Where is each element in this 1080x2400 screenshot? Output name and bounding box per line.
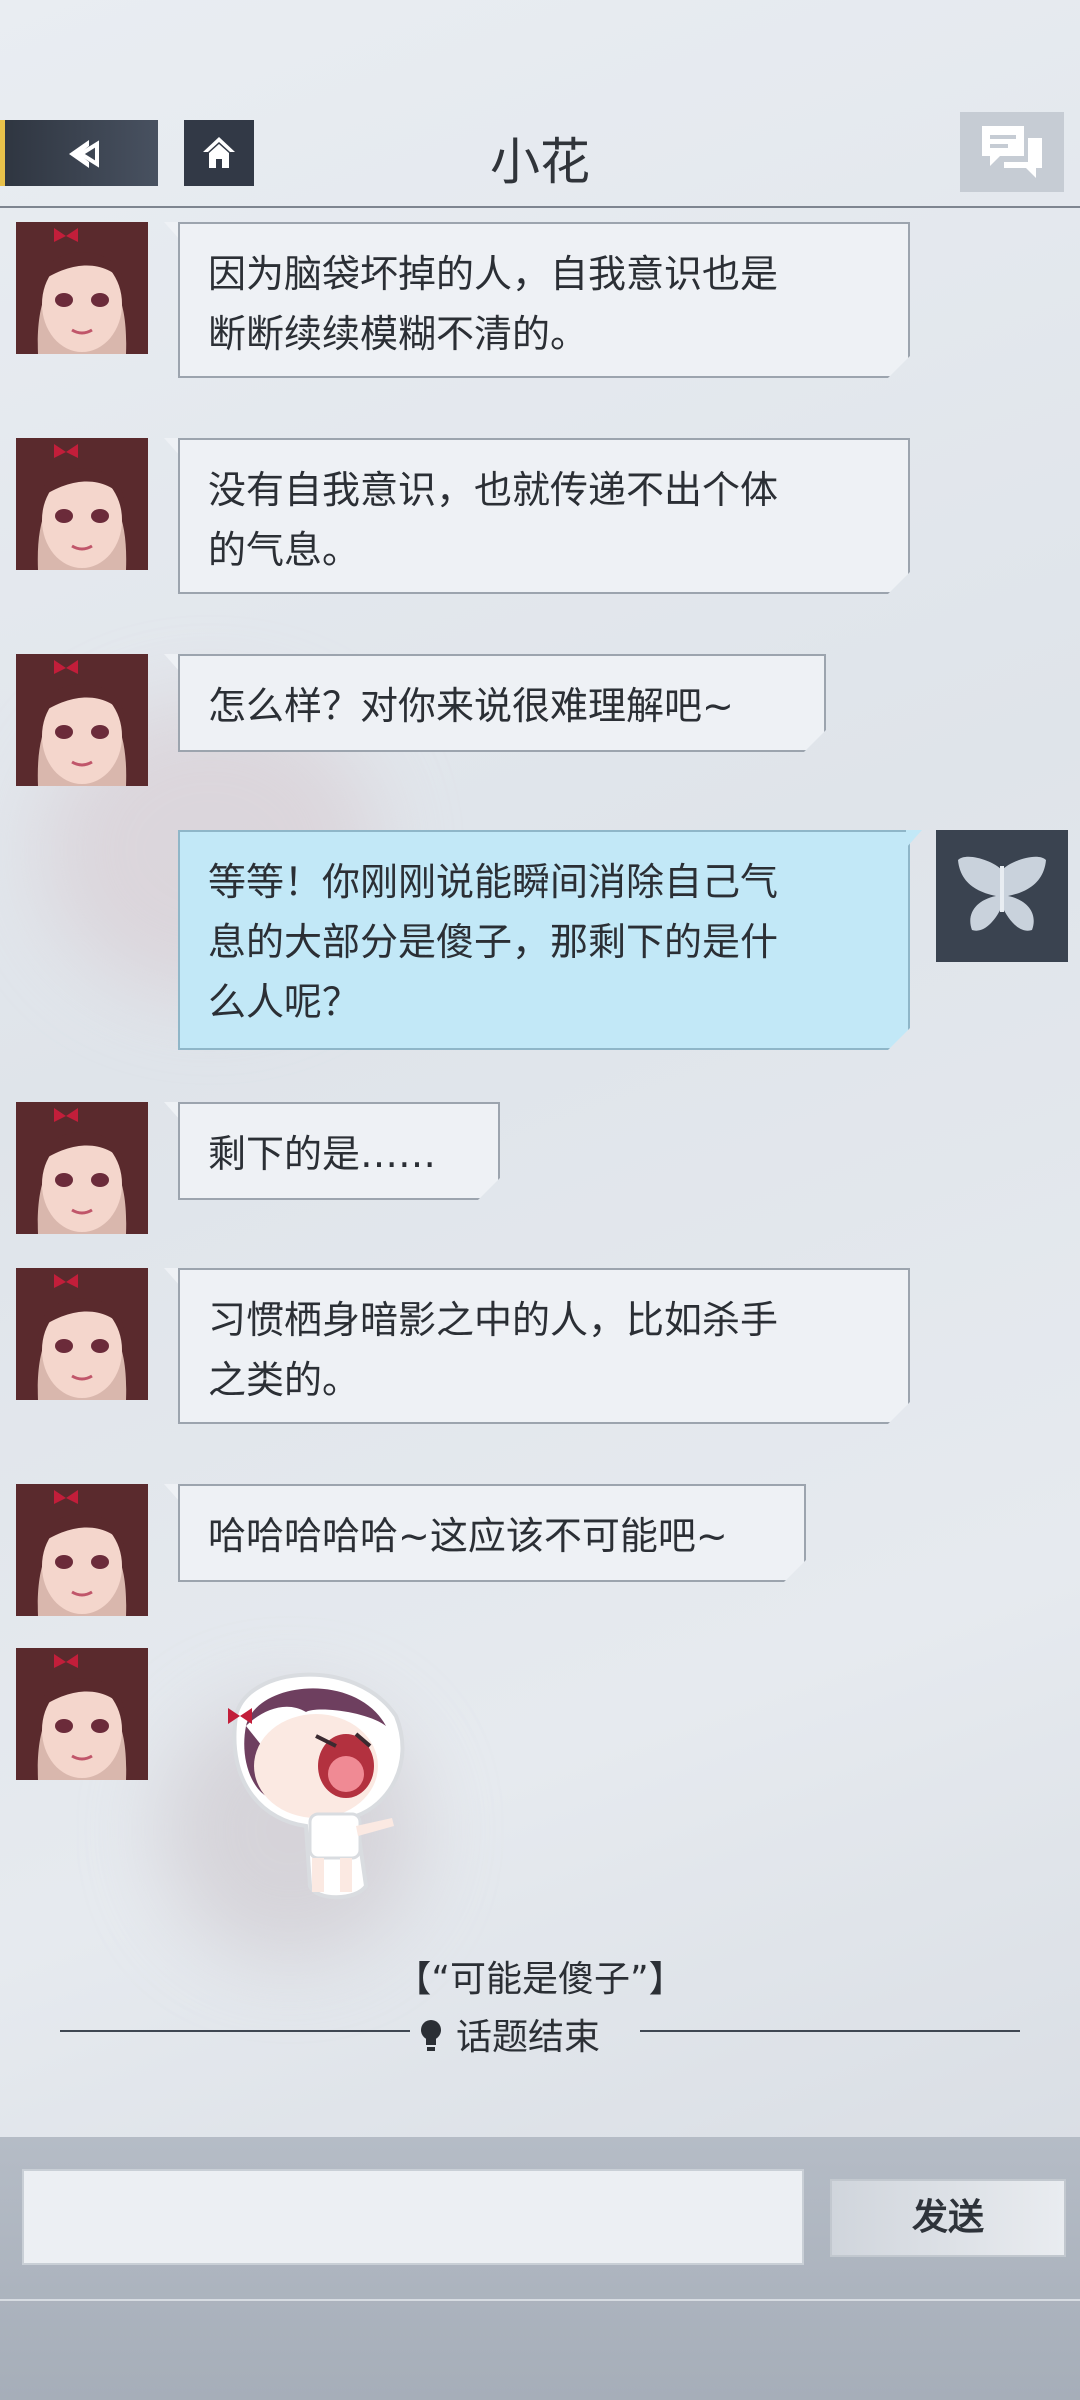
bubble-tail [164, 222, 180, 240]
avatar[interactable] [16, 1102, 148, 1234]
girl-portrait-icon [16, 222, 148, 354]
girl-portrait-icon [16, 438, 148, 570]
message-text-line: 哈哈哈哈哈~这应该不可能吧~ [208, 1514, 728, 1558]
message-input[interactable] [22, 2169, 804, 2265]
message-bubble: 剩下的是…… [178, 1102, 500, 1200]
message-text-line: 等等！你刚刚说能瞬间消除自己气 [208, 860, 779, 904]
send-button[interactable]: 发送 [830, 2179, 1066, 2257]
message-text-line: 之类的。 [208, 1358, 361, 1402]
avatar[interactable] [16, 1484, 148, 1616]
message-text-line: 么人呢？ [208, 980, 361, 1024]
avatar[interactable] [16, 1268, 148, 1400]
avatar[interactable] [16, 1648, 148, 1780]
bubble-tail [164, 654, 180, 672]
avatar[interactable] [16, 654, 148, 786]
bubble-tail [164, 438, 180, 456]
shouting-girl-sticker[interactable] [206, 1656, 416, 1904]
girl-portrait-icon [16, 654, 148, 786]
message-bubble: 没有自我意识，也就传递不出个体 的气息。 [178, 438, 910, 594]
input-bar-divider [0, 2299, 1080, 2301]
header-bar: 小花 [0, 0, 1080, 208]
message-bubble: 哈哈哈哈哈~这应该不可能吧~ [178, 1484, 806, 1582]
message-bubble: 怎么样？对你来说很难理解吧~ [178, 654, 826, 752]
message-text-line: 息的大部分是傻子，那剩下的是什 [208, 920, 779, 964]
message-text-line: 没有自我意识，也就传递不出个体 [208, 468, 779, 512]
girl-portrait-icon [16, 1268, 148, 1400]
girl-portrait-icon [16, 1102, 148, 1234]
bubble-tail [906, 830, 922, 848]
divider-line [640, 2030, 1020, 2032]
page-title: 小花 [490, 133, 590, 191]
divider-line [60, 2030, 410, 2032]
message-bubble: 因为脑袋坏掉的人，自我意识也是 断断续续模糊不清的。 [178, 222, 910, 378]
message-text-line: 怎么样？对你来说很难理解吧~ [208, 684, 734, 728]
message-text-line: 因为脑袋坏掉的人，自我意识也是 [208, 252, 779, 296]
header-divider [0, 206, 1080, 208]
player-avatar[interactable] [936, 830, 1068, 962]
avatar[interactable] [16, 438, 148, 570]
message-bubble: 等等！你刚刚说能瞬间消除自己气 息的大部分是傻子，那剩下的是什 么人呢？ [178, 830, 910, 1050]
message-bubble: 习惯栖身暗影之中的人，比如杀手 之类的。 [178, 1268, 910, 1424]
bubble-tail [164, 1268, 180, 1286]
girl-portrait-icon [16, 1648, 148, 1780]
topic-title: 【“可能是傻子”】 [395, 1959, 685, 2000]
bubble-tail [164, 1484, 180, 1502]
chat-list-button[interactable] [960, 112, 1064, 192]
message-text-line: 断断续续模糊不清的。 [208, 312, 589, 356]
bubble-tail [164, 1102, 180, 1120]
topic-end-label: 话题结束 [420, 2008, 600, 2060]
chat-bubbles-icon [982, 126, 1042, 178]
message-text-line: 剩下的是…… [208, 1132, 437, 1176]
topic-end-text: 话题结束 [456, 2017, 601, 2058]
input-bar: 发送 [0, 2137, 1080, 2400]
message-text-line: 习惯栖身暗影之中的人，比如杀手 [208, 1298, 779, 1342]
message-text-line: 的气息。 [208, 528, 361, 572]
girl-portrait-icon [16, 1484, 148, 1616]
butterfly-icon [936, 830, 1068, 962]
lightbulb-icon [421, 2020, 441, 2051]
avatar[interactable] [16, 222, 148, 354]
